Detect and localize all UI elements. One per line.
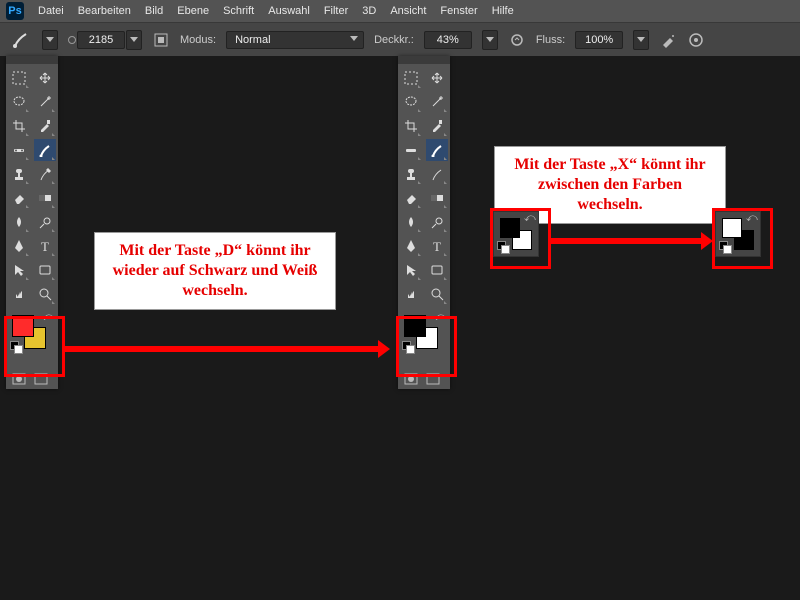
- dodge-tool[interactable]: [34, 211, 56, 233]
- stamp-tool[interactable]: [8, 163, 30, 185]
- arrow-d: [62, 346, 378, 352]
- highlight-box: [490, 208, 551, 269]
- blur-tool[interactable]: [8, 211, 30, 233]
- healing-tool[interactable]: [8, 139, 30, 161]
- menu-bar: Ps Datei Bearbeiten Bild Ebene Schrift A…: [0, 0, 800, 23]
- pen-tool[interactable]: [400, 235, 422, 257]
- menu-datei[interactable]: Datei: [38, 5, 64, 17]
- options-bar: 2185 Modus: Normal Deckkr.: 43% Fluss: 1…: [0, 23, 800, 58]
- crop-tool[interactable]: [8, 115, 30, 137]
- opacity-label: Deckkr.:: [374, 34, 414, 46]
- flow-dropdown[interactable]: [633, 30, 649, 50]
- opacity-dropdown[interactable]: [482, 30, 498, 50]
- pen-tool[interactable]: [8, 235, 30, 257]
- highlight-box: [396, 316, 457, 377]
- menu-bearbeiten[interactable]: Bearbeiten: [78, 5, 131, 17]
- callout-d-key: Mit der Taste „D“ könnt ihr wieder auf S…: [94, 232, 336, 310]
- eraser-tool[interactable]: [8, 187, 30, 209]
- menu-fenster[interactable]: Fenster: [440, 5, 477, 17]
- eraser-tool[interactable]: [400, 187, 422, 209]
- arrow-x: [551, 238, 701, 244]
- menu-ansicht[interactable]: Ansicht: [390, 5, 426, 17]
- brush-size-value[interactable]: 2185: [77, 31, 125, 49]
- brush-panel-toggle-icon[interactable]: [152, 31, 170, 49]
- flow-value[interactable]: 100%: [575, 31, 623, 49]
- hand-tool[interactable]: [8, 283, 30, 305]
- brush-tool[interactable]: [34, 139, 56, 161]
- svg-text:T: T: [433, 239, 441, 253]
- opacity-value[interactable]: 43%: [424, 31, 472, 49]
- path-select-tool[interactable]: [400, 259, 422, 281]
- brush-tool-icon[interactable]: [10, 29, 32, 51]
- crop-tool[interactable]: [400, 115, 422, 137]
- type-tool[interactable]: T: [34, 235, 56, 257]
- airbrush-icon[interactable]: [659, 31, 677, 49]
- svg-text:T: T: [41, 239, 49, 253]
- lasso-tool[interactable]: [8, 91, 30, 113]
- gradient-tool[interactable]: [426, 187, 448, 209]
- healing-tool[interactable]: [400, 139, 422, 161]
- marquee-tool[interactable]: [400, 67, 422, 89]
- pressure-size-icon[interactable]: [687, 31, 705, 49]
- eyedropper-tool[interactable]: [426, 115, 448, 137]
- zoom-tool[interactable]: [34, 283, 56, 305]
- canvas-area: T ⤺: [0, 56, 800, 600]
- menu-filter[interactable]: Filter: [324, 5, 348, 17]
- history-brush-tool[interactable]: [34, 163, 56, 185]
- blur-tool[interactable]: [400, 211, 422, 233]
- menu-auswahl[interactable]: Auswahl: [268, 5, 310, 17]
- shape-tool[interactable]: [34, 259, 56, 281]
- panel-grip[interactable]: [6, 56, 58, 64]
- path-select-tool[interactable]: [8, 259, 30, 281]
- shape-tool[interactable]: [426, 259, 448, 281]
- brush-preview-icon: [68, 36, 76, 44]
- stamp-tool[interactable]: [400, 163, 422, 185]
- menu-schrift[interactable]: Schrift: [223, 5, 254, 17]
- tool-preset-dropdown[interactable]: [42, 30, 58, 50]
- blend-mode-select[interactable]: Normal: [226, 31, 364, 49]
- history-brush-tool[interactable]: [426, 163, 448, 185]
- marquee-tool[interactable]: [8, 67, 30, 89]
- highlight-box: [712, 208, 773, 269]
- mode-label: Modus:: [180, 34, 216, 46]
- menu-hilfe[interactable]: Hilfe: [492, 5, 514, 17]
- brush-tool[interactable]: [426, 139, 448, 161]
- pressure-opacity-icon[interactable]: [508, 31, 526, 49]
- move-tool[interactable]: [426, 67, 448, 89]
- magic-wand-tool[interactable]: [34, 91, 56, 113]
- move-tool[interactable]: [34, 67, 56, 89]
- zoom-tool[interactable]: [426, 283, 448, 305]
- brush-panel-dropdown[interactable]: [126, 30, 142, 50]
- flow-label: Fluss:: [536, 34, 565, 46]
- gradient-tool[interactable]: [34, 187, 56, 209]
- menu-bild[interactable]: Bild: [145, 5, 163, 17]
- menu-3d[interactable]: 3D: [362, 5, 376, 17]
- lasso-tool[interactable]: [400, 91, 422, 113]
- magic-wand-tool[interactable]: [426, 91, 448, 113]
- eyedropper-tool[interactable]: [34, 115, 56, 137]
- app-logo: Ps: [6, 2, 24, 20]
- hand-tool[interactable]: [400, 283, 422, 305]
- type-tool[interactable]: T: [426, 235, 448, 257]
- highlight-box: [4, 316, 65, 377]
- menu-ebene[interactable]: Ebene: [177, 5, 209, 17]
- dodge-tool[interactable]: [426, 211, 448, 233]
- panel-grip[interactable]: [398, 56, 450, 64]
